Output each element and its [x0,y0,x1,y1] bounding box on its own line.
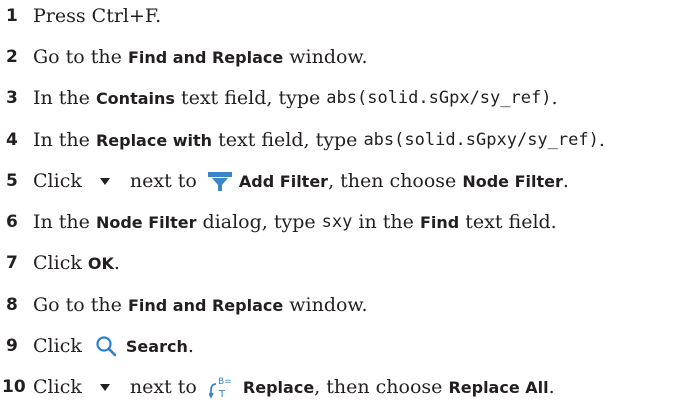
svg-text:B=: B= [218,377,232,387]
step-number: 6 [6,212,18,232]
step-text: Press Ctrl+F. [33,5,162,27]
step-number: 10 [2,377,26,397]
step-text: Click [33,252,88,274]
step-number: 8 [6,295,18,315]
step-text: window. [283,294,368,316]
step-text: next to [123,376,203,398]
step-number: 5 [6,171,18,191]
step-number: 4 [6,130,18,150]
step-text: . [562,170,569,192]
step-10: 10 Click next to B= T Replace , then cho… [0,372,555,402]
step-9: 9 Click Search . [0,331,194,361]
step-text: , then choose [328,170,463,192]
step-text: In the [33,129,96,151]
step-text: text field. [459,211,557,233]
step-number: 9 [6,336,18,356]
step-number: 2 [6,47,18,67]
step-text: . [187,335,194,357]
step-2: 2 Go to the Find and Replace window. [0,42,368,72]
dropdown-triangle-icon [94,177,116,186]
ui-label-find-and-replace: Find and Replace [127,295,284,315]
step-text: In the [33,87,96,109]
ui-label-replace: Replace [242,377,315,397]
code-find-term: sxy [321,212,353,232]
step-7: 7 Click OK . [0,248,120,278]
ui-label-ok: OK [87,253,114,273]
ui-label-contains: Contains [95,88,175,108]
step-text: text field, type [212,129,364,151]
step-8: 8 Go to the Find and Replace window. [0,290,368,320]
step-4: 4 In the Replace with text field, type a… [0,125,605,155]
step-text: dialog, type [196,211,322,233]
code-contains-expression: abs(solid.sGpx/sy_ref) [326,88,552,108]
ui-label-add-filter: Add Filter [238,171,329,191]
ui-label-node-filter: Node Filter [95,212,197,232]
step-text: Click [33,170,88,192]
code-replace-expression: abs(solid.sGpxy/sy_ref) [363,130,599,150]
step-number: 1 [6,6,18,26]
ui-label-node-filter: Node Filter [462,171,563,191]
step-text: . [113,252,120,274]
step-text: . [551,87,558,109]
step-text: Go to the [33,294,128,316]
step-text: next to [123,170,203,192]
add-filter-icon [207,170,233,192]
ui-label-replace-all: Replace All [448,377,549,397]
step-1: 1 Press Ctrl+F. [0,1,161,31]
step-text: , then choose [314,376,449,398]
step-text: window. [283,46,368,68]
ui-label-find-and-replace: Find and Replace [127,47,284,67]
step-3: 3 In the Contains text field, type abs(s… [0,83,558,113]
step-number: 3 [6,88,18,108]
dropdown-triangle-icon [94,383,116,392]
svg-text:T: T [218,389,226,399]
step-5: 5 Click next to Add Filter , then choose… [0,166,569,196]
replace-icon: B= T [208,375,235,399]
ui-label-replace-with: Replace with [95,130,213,150]
step-text: in the [352,211,420,233]
step-number: 7 [6,253,18,273]
step-text: Go to the [33,46,128,68]
step-text: In the [33,211,96,233]
step-6: 6 In the Node Filter dialog, type sxy in… [0,207,557,237]
step-text: text field, type [174,87,327,109]
ui-label-search: Search [125,336,188,356]
step-text: Click [33,376,88,398]
ui-label-find: Find [419,212,460,232]
step-text: . [548,376,555,398]
step-text: . [598,129,605,151]
step-text: Click [33,335,88,357]
search-icon [94,335,118,357]
